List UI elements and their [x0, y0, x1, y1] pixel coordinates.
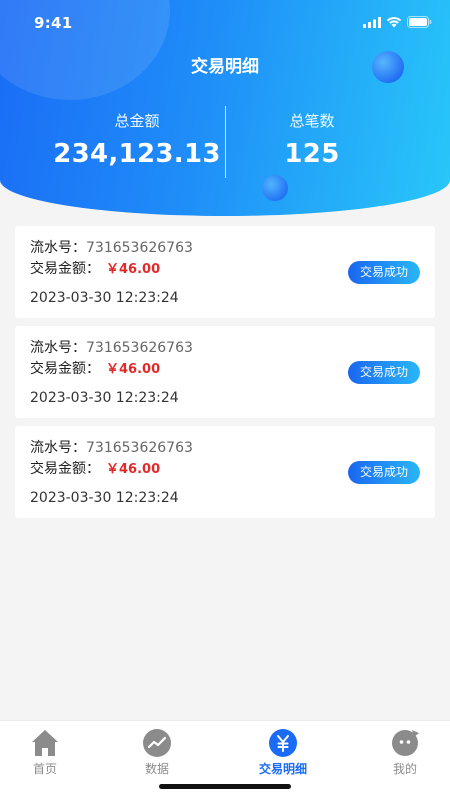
- battery-icon: [407, 16, 432, 28]
- transaction-datetime: 2023-03-30 12:23:24: [30, 290, 179, 306]
- transaction-list: 流水号：731653626763 交易金额： ￥46.00 2023-03-30 …: [15, 226, 435, 526]
- tab-label: 数据: [144, 762, 169, 776]
- serial-label: 流水号：: [30, 240, 86, 256]
- serial-number: 731653626763: [86, 440, 193, 456]
- amount-value: ￥46.00: [106, 362, 161, 377]
- amount-row: 交易金额： ￥46.00: [30, 258, 160, 278]
- total-amount-label: 总金额: [114, 112, 160, 130]
- yuan-icon: [269, 729, 297, 757]
- amount-label: 交易金额：: [30, 461, 100, 477]
- summary-stats: 总金额 234,123.13 总笔数 125: [0, 104, 450, 178]
- amount-label: 交易金额：: [30, 261, 100, 277]
- transaction-card[interactable]: 流水号：731653626763 交易金额： ￥46.00 2023-03-30 …: [15, 326, 435, 418]
- amount-row: 交易金额： ￥46.00: [30, 458, 160, 478]
- serial-row: 流水号：731653626763: [30, 437, 193, 457]
- serial-label: 流水号：: [30, 340, 86, 356]
- profile-icon: [392, 730, 419, 756]
- home-indicator: [159, 784, 291, 789]
- status-icons: [363, 16, 432, 28]
- transaction-card[interactable]: 流水号：731653626763 交易金额： ￥46.00 2023-03-30 …: [15, 226, 435, 318]
- amount-value: ￥46.00: [106, 262, 161, 277]
- status-badge: 交易成功: [348, 461, 420, 484]
- status-badge: 交易成功: [348, 261, 420, 284]
- home-icon: [32, 730, 58, 756]
- signal-icon: [363, 16, 381, 28]
- transaction-datetime: 2023-03-30 12:23:24: [30, 490, 179, 506]
- serial-number: 731653626763: [86, 340, 193, 356]
- tab-transactions[interactable]: 交易明细: [238, 728, 328, 777]
- total-count-value: 125: [284, 139, 340, 169]
- serial-row: 流水号：731653626763: [30, 237, 193, 257]
- tab-label: 交易明细: [258, 762, 307, 776]
- serial-label: 流水号：: [30, 440, 86, 456]
- total-amount-stat: 总金额 234,123.13: [37, 104, 237, 169]
- total-count-stat: 总笔数 125: [212, 104, 412, 169]
- amount-label: 交易金额：: [30, 361, 100, 377]
- header-banner: 9:41 交易明细 总金额 234,123.13 总笔数 125: [0, 0, 450, 216]
- amount-row: 交易金额： ￥46.00: [30, 358, 160, 378]
- transaction-card[interactable]: 流水号：731653626763 交易金额： ￥46.00 2023-03-30 …: [15, 426, 435, 518]
- status-badge: 交易成功: [348, 361, 420, 384]
- wifi-icon: [386, 17, 402, 28]
- serial-number: 731653626763: [86, 240, 193, 256]
- tab-profile[interactable]: 我的: [360, 728, 450, 777]
- tab-label: 首页: [32, 762, 57, 776]
- decorative-ball: [262, 175, 288, 201]
- total-count-label: 总笔数: [289, 112, 335, 130]
- chart-icon: [143, 729, 171, 757]
- tab-home[interactable]: 首页: [0, 728, 90, 777]
- status-bar: 9:41: [0, 0, 450, 44]
- status-time: 9:41: [34, 14, 73, 32]
- transaction-datetime: 2023-03-30 12:23:24: [30, 390, 179, 406]
- total-amount-value: 234,123.13: [53, 139, 221, 169]
- page-title: 交易明细: [191, 57, 259, 77]
- tab-data[interactable]: 数据: [112, 728, 202, 777]
- serial-row: 流水号：731653626763: [30, 337, 193, 357]
- amount-value: ￥46.00: [106, 462, 161, 477]
- tab-label: 我的: [392, 762, 417, 776]
